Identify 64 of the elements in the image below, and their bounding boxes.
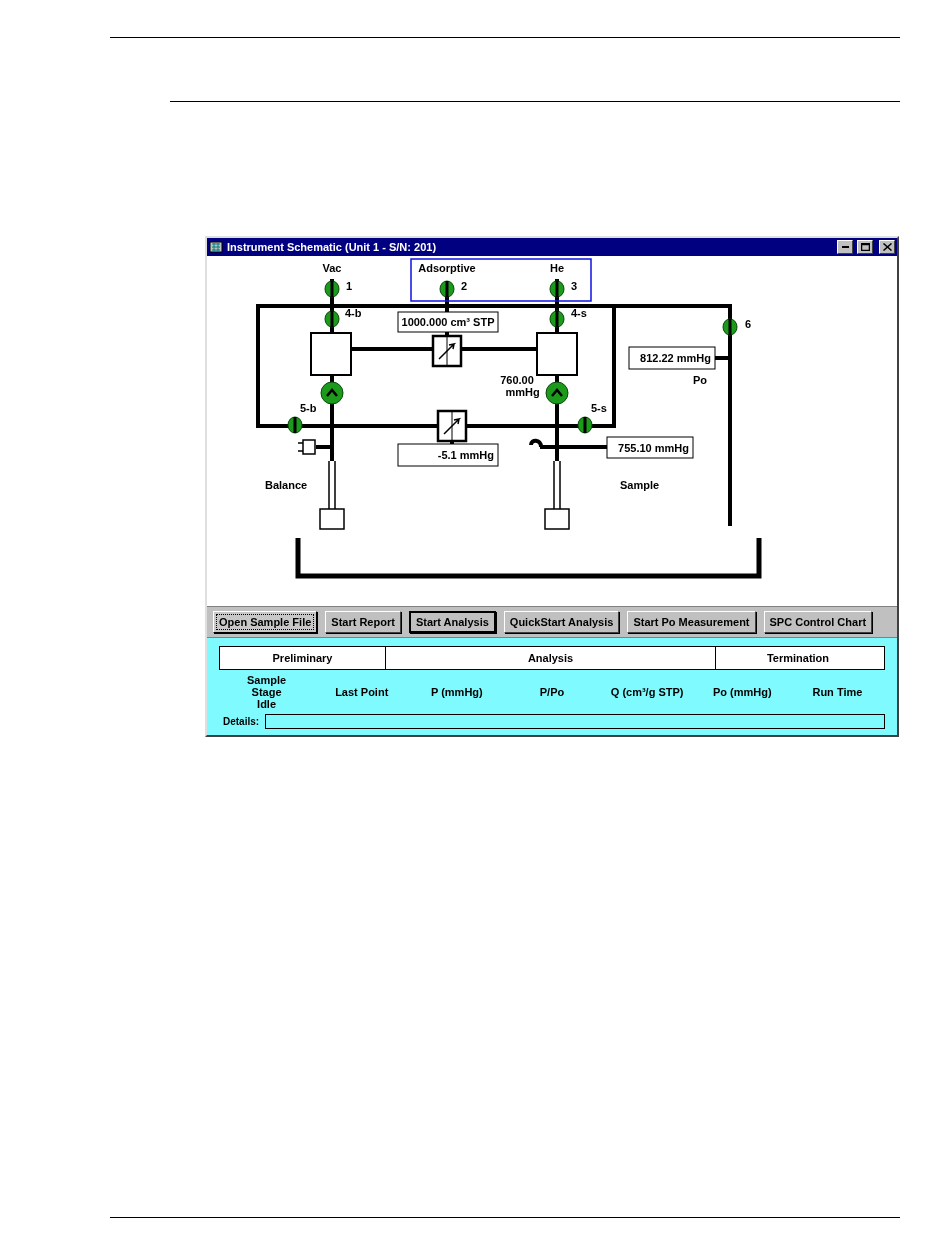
- column-heading: Run Time: [812, 686, 863, 698]
- hook-icon: [529, 438, 543, 448]
- valve-icon[interactable]: [577, 416, 593, 434]
- maximize-icon: [860, 243, 870, 251]
- valve-label: 6: [745, 318, 752, 330]
- valve-icon[interactable]: [549, 310, 565, 328]
- component-label: Sample: [620, 479, 660, 491]
- action-button[interactable]: Start Analysis: [408, 611, 496, 633]
- column-value: Idle: [257, 698, 277, 710]
- port-number: 1: [346, 280, 353, 292]
- volume-readout: 1000.000 cm³ STP: [397, 311, 499, 333]
- valve-label: 5-b: [300, 402, 317, 414]
- action-button[interactable]: Open Sample File: [213, 611, 318, 633]
- valve-icon[interactable]: [549, 280, 565, 298]
- stage-header: Termination: [715, 647, 880, 669]
- valve-icon[interactable]: [722, 318, 738, 336]
- action-button[interactable]: Start Report: [325, 611, 401, 633]
- details-label: Details:: [223, 716, 260, 727]
- maximize-button[interactable]: [857, 240, 873, 254]
- port-number: 2: [461, 280, 468, 292]
- valve-label: 4-b: [345, 307, 362, 319]
- valve-label: 4-s: [571, 307, 587, 319]
- plug-icon: [297, 439, 316, 455]
- valve-icon[interactable]: [287, 416, 303, 434]
- minimize-icon: [841, 246, 849, 248]
- gas-label: Adsorptive: [418, 262, 476, 274]
- action-button[interactable]: SPC Control Chart: [763, 611, 873, 633]
- pump-icon[interactable]: [545, 381, 569, 405]
- port-number: 3: [571, 280, 578, 292]
- pressure-readout: -5.1 mmHg: [397, 443, 499, 467]
- stage-header: Analysis: [385, 647, 715, 669]
- action-button[interactable]: Start Po Measurement: [627, 611, 756, 633]
- details-field[interactable]: [265, 714, 885, 729]
- valve-icon[interactable]: [439, 280, 455, 298]
- window-icon: [209, 240, 223, 254]
- action-button[interactable]: QuickStart Analysis: [503, 611, 620, 633]
- pressure-readout: 812.22 mmHg: [628, 346, 716, 370]
- pressure-readout: 755.10 mmHg: [606, 436, 694, 459]
- pump-icon[interactable]: [320, 381, 344, 405]
- chamber-icon: [310, 332, 352, 376]
- transducer-icon: [431, 334, 463, 368]
- valve-icon[interactable]: [324, 280, 340, 298]
- column-heading: Q (cm³/g STP): [610, 686, 684, 698]
- gas-label: Vac: [322, 262, 342, 274]
- valve-label: 5-s: [591, 402, 607, 414]
- sample-tube-drawing: [544, 460, 570, 530]
- component-label: Balance: [265, 479, 308, 491]
- valve-icon[interactable]: [324, 310, 340, 328]
- window-title: Instrument Schematic (Unit 1 - S/N: 201): [227, 241, 438, 253]
- column-heading: Sample Stage: [246, 674, 288, 698]
- column-heading: Last Point: [335, 686, 389, 698]
- component-label: Po: [693, 374, 708, 386]
- close-button[interactable]: [879, 240, 895, 254]
- transducer-icon: [436, 409, 468, 443]
- minimize-button[interactable]: [837, 240, 853, 254]
- column-heading: P (mmHg): [430, 686, 483, 698]
- column-heading: Po (mmHg): [712, 686, 772, 698]
- chamber-icon: [536, 332, 578, 376]
- gas-label: He: [549, 262, 565, 274]
- column-heading: P/Po: [539, 686, 565, 698]
- close-icon: [882, 243, 892, 251]
- sample-tube-drawing: [319, 460, 345, 530]
- pressure-reading: 760.00 mmHg: [500, 374, 540, 398]
- stage-header: Preliminary: [271, 651, 334, 666]
